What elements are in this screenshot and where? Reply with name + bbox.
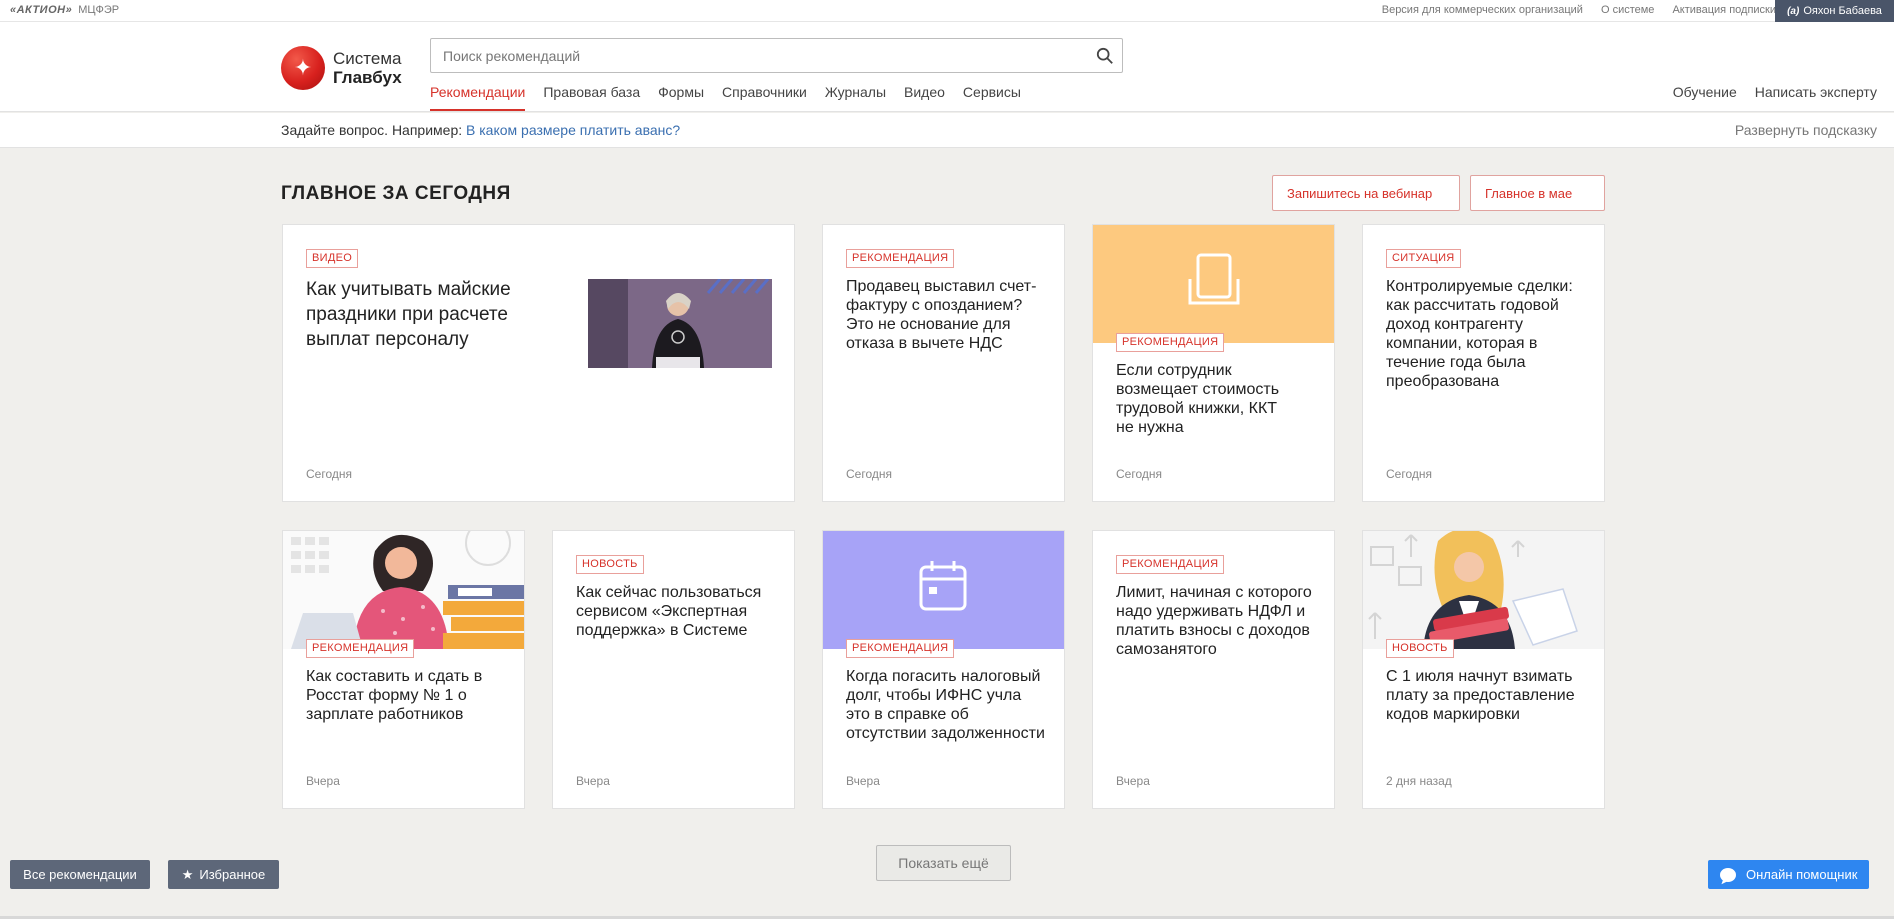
nav-recommendations[interactable]: Рекомендации	[430, 84, 526, 111]
may-button[interactable]: Главное в мае	[1470, 175, 1605, 211]
card-badge: РЕКОМЕНДАЦИЯ	[1116, 555, 1225, 574]
card-date: Сегодня	[846, 467, 892, 481]
card-title[interactable]: Как учитывать майские праздники при расч…	[306, 277, 531, 352]
document-icon	[1188, 253, 1240, 305]
top-links: Версия для коммерческих организаций О си…	[1382, 4, 1776, 16]
card-title[interactable]: Лимит, начиная с которого надо удерживат…	[1116, 583, 1316, 659]
hint-question: Задайте вопрос. Например: В каком размер…	[281, 122, 680, 138]
nav-journals[interactable]: Журналы	[825, 84, 886, 111]
card-date: 2 дня назад	[1386, 774, 1452, 788]
card-banner	[1093, 225, 1334, 343]
top-bar: «АКТИОН» МЦФЭР Версия для коммерческих о…	[0, 0, 1894, 22]
card-badge: РЕКОМЕНДАЦИЯ	[1116, 333, 1225, 352]
show-more-button[interactable]: Показать ещё	[876, 845, 1011, 881]
logo-ball-icon: ✦	[281, 46, 325, 90]
header: ✦ Система Главбух Рекомендации Правовая …	[0, 22, 1894, 112]
logo-line1: Система	[333, 49, 402, 68]
logo[interactable]: ✦ Система Главбух	[281, 46, 402, 90]
card-title[interactable]: Продавец выставил счет-фактуру с опоздан…	[846, 277, 1046, 353]
card-recommendation[interactable]: РЕКОМЕНДАЦИЯ Продавец выставил счет-факт…	[822, 224, 1065, 502]
card-date: Вчера	[1116, 774, 1150, 788]
nav-forms[interactable]: Формы	[658, 84, 704, 111]
user-name: Ояхон Бабаева	[1803, 5, 1882, 17]
card-date: Сегодня	[306, 467, 352, 481]
page-title: ГЛАВНОЕ ЗА СЕГОДНЯ	[281, 183, 511, 204]
online-helper-label: Онлайн помощник	[1746, 867, 1858, 882]
card-title[interactable]: Контролируемые сделки: как рассчитать го…	[1386, 277, 1586, 391]
calendar-icon	[919, 561, 967, 611]
about-link[interactable]: О системе	[1601, 4, 1654, 16]
user-menu[interactable]: (а) Ояхон Бабаева	[1775, 0, 1894, 22]
card-title[interactable]: Если сотрудник возмещает стоимость трудо…	[1116, 361, 1296, 437]
card-date: Вчера	[846, 774, 880, 788]
card-badge: РЕКОМЕНДАЦИЯ	[846, 639, 955, 658]
card-date: Вчера	[576, 774, 610, 788]
chat-icon	[1720, 867, 1736, 882]
woman-with-folders-illustration	[283, 531, 524, 649]
card-situation[interactable]: СИТУАЦИЯ Контролируемые сделки: как расс…	[1362, 224, 1605, 502]
card-date: Вчера	[306, 774, 340, 788]
all-recommendations-button[interactable]: Все рекомендации	[10, 860, 150, 889]
card-date: Сегодня	[1116, 467, 1162, 481]
hint-bar: Задайте вопрос. Например: В каком размер…	[0, 113, 1894, 148]
logo-line2: Главбух	[333, 68, 402, 87]
nav-right: Обучение Написать эксперту	[1673, 84, 1877, 100]
nav-ask-expert[interactable]: Написать эксперту	[1755, 84, 1877, 100]
webinar-button[interactable]: Запишитесь на вебинар	[1272, 175, 1460, 211]
main-nav: Рекомендации Правовая база Формы Справоч…	[430, 84, 1021, 111]
card-badge: НОВОСТЬ	[1386, 639, 1454, 658]
hint-prefix: Задайте вопрос. Например:	[281, 122, 467, 138]
card-badge: СИТУАЦИЯ	[1386, 249, 1461, 268]
card-badge: ВИДЕО	[306, 249, 359, 268]
card-recommendation[interactable]: РЕКОМЕНДАЦИЯ Как составить и сдать в Рос…	[282, 530, 525, 809]
video-thumbnail[interactable]	[588, 279, 772, 368]
card-badge: РЕКОМЕНДАЦИЯ	[846, 249, 955, 268]
mcfer-logo[interactable]: МЦФЭР	[78, 4, 119, 16]
card-video[interactable]: ВИДЕО Как учитывать майские праздники пр…	[282, 224, 795, 502]
search-icon[interactable]	[1096, 47, 1114, 65]
expand-hint-link[interactable]: Развернуть подсказку	[1735, 122, 1877, 138]
nav-training[interactable]: Обучение	[1673, 84, 1737, 100]
all-recommendations-label: Все рекомендации	[23, 867, 137, 882]
nav-references[interactable]: Справочники	[722, 84, 807, 111]
aktion-user-icon: (а)	[1787, 5, 1800, 17]
favorites-button[interactable]: ★ Избранное	[168, 860, 279, 889]
card-recommendation[interactable]: РЕКОМЕНДАЦИЯ Если сотрудник возмещает ст…	[1092, 224, 1335, 502]
card-badge: НОВОСТЬ	[576, 555, 644, 574]
card-date: Сегодня	[1386, 467, 1432, 481]
card-title[interactable]: С 1 июля начнут взимать плату за предост…	[1386, 667, 1576, 724]
woman-with-books-illustration	[1363, 531, 1604, 649]
star-icon: ★	[181, 866, 194, 882]
nav-video[interactable]: Видео	[904, 84, 945, 111]
brand-links: «АКТИОН» МЦФЭР	[10, 4, 119, 16]
card-title[interactable]: Когда погасить налоговый долг, чтобы ИФН…	[846, 667, 1046, 743]
commercial-version-link[interactable]: Версия для коммерческих организаций	[1382, 4, 1583, 16]
card-news[interactable]: НОВОСТЬ С 1 июля начнут взимать плату за…	[1362, 530, 1605, 809]
activation-link[interactable]: Активация подписки	[1672, 4, 1776, 16]
card-title[interactable]: Как составить и сдать в Росстат форму № …	[306, 667, 486, 724]
card-recommendation[interactable]: РЕКОМЕНДАЦИЯ Лимит, начиная с которого н…	[1092, 530, 1335, 809]
card-title[interactable]: Как сейчас пользоваться сервисом «Экспер…	[576, 583, 776, 640]
online-helper-button[interactable]: Онлайн помощник	[1708, 860, 1869, 889]
card-badge: РЕКОМЕНДАЦИЯ	[306, 639, 415, 658]
aktion-logo[interactable]: «АКТИОН»	[10, 4, 72, 16]
search-box	[430, 38, 1123, 73]
card-banner	[823, 531, 1064, 649]
hint-example-link[interactable]: В каком размере платить аванс?	[466, 122, 680, 138]
search-input[interactable]	[431, 39, 1071, 72]
card-recommendation[interactable]: РЕКОМЕНДАЦИЯ Когда погасить налоговый до…	[822, 530, 1065, 809]
favorites-label: Избранное	[199, 867, 266, 882]
card-news[interactable]: НОВОСТЬ Как сейчас пользоваться сервисом…	[552, 530, 795, 809]
nav-legal-base[interactable]: Правовая база	[543, 84, 640, 111]
nav-services[interactable]: Сервисы	[963, 84, 1021, 111]
